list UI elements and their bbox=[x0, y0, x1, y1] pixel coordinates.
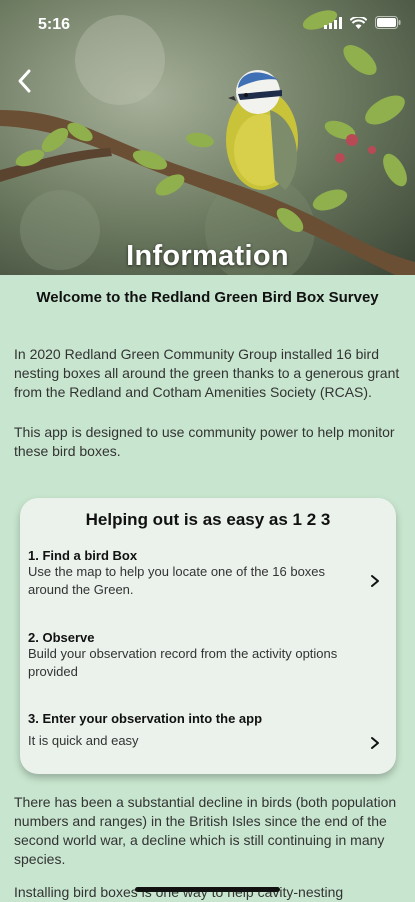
step-title: 1. Find a bird Box bbox=[28, 548, 138, 563]
info-content: Welcome to the Redland Green Bird Box Su… bbox=[0, 275, 415, 900]
bird-boxes-paragraph: Installing bird boxes is one way to help… bbox=[14, 884, 344, 900]
status-time: 5:16 bbox=[38, 16, 71, 33]
hero-image: 5:16 Information bbox=[0, 0, 415, 275]
battery-icon bbox=[375, 16, 401, 29]
step-find-bird-box[interactable]: 1. Find a bird Box Use the map to help y… bbox=[28, 548, 368, 599]
wifi-icon bbox=[350, 16, 367, 29]
steps-card-title: Helping out is as easy as 1 2 3 bbox=[85, 510, 331, 529]
back-chevron-icon[interactable] bbox=[12, 64, 40, 98]
step-title: 3. Enter your observation into the app bbox=[28, 711, 263, 726]
signal-icon bbox=[324, 16, 342, 29]
step-observe: 2. Observe Build your observation record… bbox=[28, 630, 368, 681]
home-indicator[interactable] bbox=[135, 887, 280, 892]
intro-paragraph: In 2020 Redland Green Community Group in… bbox=[14, 346, 400, 400]
step-title: 2. Observe bbox=[28, 630, 95, 645]
chevron-right-icon[interactable] bbox=[368, 735, 382, 751]
step-enter-observation[interactable]: 3. Enter your observation into the app I… bbox=[28, 711, 368, 750]
purpose-paragraph: This app is designed to use community po… bbox=[14, 424, 395, 459]
status-bar: 5:16 bbox=[0, 0, 415, 52]
step-text: Build your observation record from the a… bbox=[28, 646, 338, 679]
step-text: Use the map to help you locate one of th… bbox=[28, 564, 326, 597]
welcome-heading: Welcome to the Redland Green Bird Box Su… bbox=[36, 289, 379, 306]
steps-card: Helping out is as easy as 1 2 3 1. Find … bbox=[20, 498, 396, 774]
step-text: It is quick and easy bbox=[28, 733, 139, 748]
decline-paragraph: There has been a substantial decline in … bbox=[14, 794, 397, 867]
page-title: Information bbox=[126, 240, 289, 272]
chevron-right-icon[interactable] bbox=[368, 573, 382, 589]
